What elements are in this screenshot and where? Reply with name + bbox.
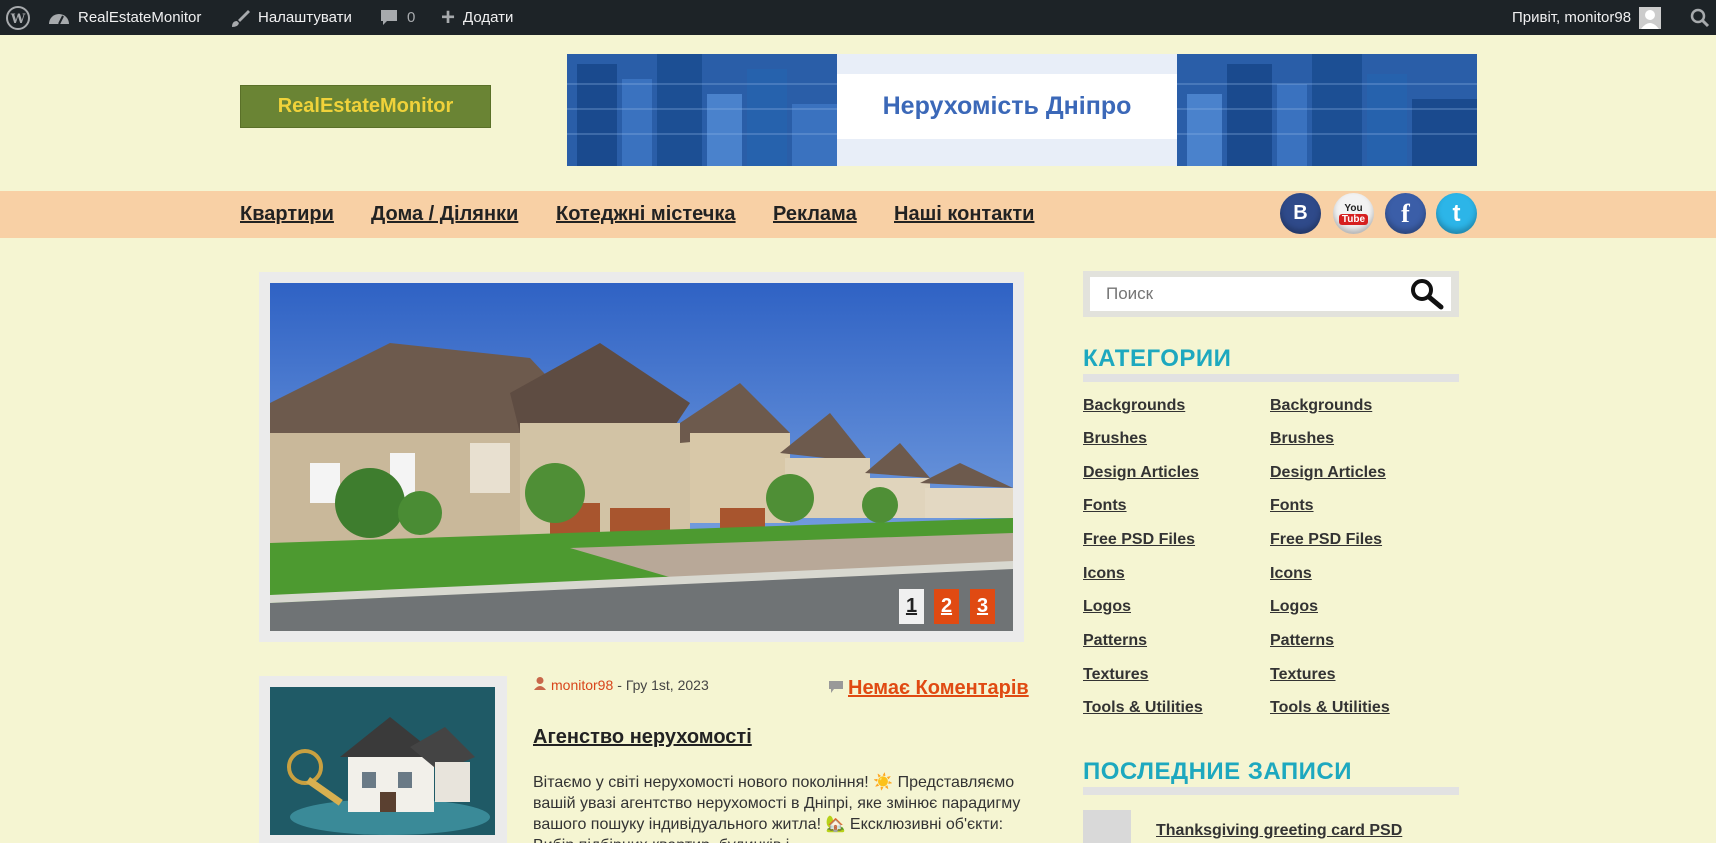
category-link[interactable]: Icons bbox=[1083, 565, 1125, 583]
featured-slider bbox=[259, 272, 1024, 642]
post-comments-link[interactable]: Немає Коментарів bbox=[848, 677, 1029, 700]
categories-title: КАТЕГОРИИ bbox=[1083, 345, 1232, 372]
comments-count: 0 bbox=[407, 9, 416, 26]
search-input[interactable] bbox=[1090, 277, 1451, 311]
admin-search-icon[interactable] bbox=[1690, 0, 1710, 35]
facebook-icon[interactable]: f bbox=[1385, 193, 1426, 234]
category-link[interactable]: Backgrounds bbox=[1270, 397, 1372, 415]
youtube-label-tube: Tube bbox=[1338, 213, 1369, 225]
category-link[interactable]: Logos bbox=[1270, 598, 1318, 616]
post-title[interactable]: Агенство нерухомості bbox=[533, 726, 752, 749]
plus-icon: + bbox=[441, 3, 456, 31]
category-link[interactable]: Icons bbox=[1270, 565, 1312, 583]
post-meta: monitor98 - Гру 1st, 2023 bbox=[533, 676, 709, 693]
vkontakte-icon[interactable]: B bbox=[1280, 193, 1321, 234]
admin-bar: W RealEstateMonitor Налаштувати 0 + Дода… bbox=[0, 0, 1716, 35]
post-thumbnail-frame bbox=[259, 676, 507, 843]
category-link[interactable]: Free PSD Files bbox=[1083, 531, 1195, 549]
slider-page-3[interactable]: 3 bbox=[970, 589, 995, 624]
nav-item-contacts[interactable]: Наші контакти bbox=[894, 203, 1034, 226]
search-widget bbox=[1083, 271, 1459, 317]
facebook-label: f bbox=[1401, 198, 1410, 228]
slider-image-houses[interactable] bbox=[270, 283, 1013, 631]
slider-page-1[interactable]: 1 bbox=[899, 589, 924, 624]
category-link[interactable]: Backgrounds bbox=[1083, 397, 1185, 415]
comment-icon bbox=[829, 680, 843, 698]
category-link[interactable]: Textures bbox=[1083, 666, 1149, 684]
category-link[interactable]: Design Articles bbox=[1270, 464, 1386, 482]
youtube-icon[interactable]: You Tube bbox=[1333, 193, 1374, 234]
category-link[interactable]: Patterns bbox=[1270, 632, 1334, 650]
site-name-label: RealEstateMonitor bbox=[78, 9, 202, 26]
category-link[interactable]: Tools & Utilities bbox=[1270, 699, 1390, 717]
category-link[interactable]: Logos bbox=[1083, 598, 1131, 616]
site-logo[interactable]: RealEstateMonitor bbox=[240, 85, 491, 128]
post-author-link[interactable]: monitor98 bbox=[551, 677, 613, 693]
recent-post-link[interactable]: Thanksgiving greeting card PSD bbox=[1156, 822, 1402, 840]
recent-posts-rule bbox=[1083, 787, 1459, 795]
vkontakte-label: B bbox=[1293, 202, 1308, 224]
site-logo-text: RealEstateMonitor bbox=[277, 95, 454, 117]
new-content-menu[interactable]: + Додати bbox=[441, 0, 513, 35]
category-link[interactable]: Fonts bbox=[1270, 497, 1314, 515]
author-icon bbox=[533, 676, 547, 693]
category-link[interactable]: Brushes bbox=[1270, 430, 1334, 448]
recent-posts-title: ПОСЛЕДНИЕ ЗАПИСИ bbox=[1083, 758, 1352, 785]
greeting-label: Привіт, monitor98 bbox=[1512, 9, 1632, 26]
youtube-label: You bbox=[1344, 202, 1363, 214]
category-link[interactable]: Design Articles bbox=[1083, 464, 1199, 482]
twitter-label: t bbox=[1452, 199, 1461, 227]
category-link[interactable]: Brushes bbox=[1083, 430, 1147, 448]
post-thumbnail[interactable] bbox=[270, 687, 495, 835]
recent-post-thumbnail[interactable] bbox=[1083, 810, 1131, 843]
banner-title: Нерухомість Дніпро bbox=[882, 92, 1132, 120]
categories-rule bbox=[1083, 374, 1459, 382]
customize-label: Налаштувати bbox=[258, 9, 352, 26]
nav-item-advertising[interactable]: Реклама bbox=[773, 203, 857, 226]
dashboard-icon bbox=[48, 8, 70, 28]
customize-menu[interactable]: Налаштувати bbox=[230, 0, 352, 35]
wordpress-logo-icon[interactable]: W bbox=[6, 0, 30, 35]
site-name-menu[interactable]: RealEstateMonitor bbox=[48, 0, 201, 35]
search-icon[interactable] bbox=[1406, 276, 1448, 312]
category-link[interactable]: Patterns bbox=[1083, 632, 1147, 650]
post-comments[interactable]: Немає Коментарів bbox=[829, 677, 1029, 700]
nav-item-apartments[interactable]: Квартири bbox=[240, 203, 334, 226]
svg-text:W: W bbox=[10, 12, 26, 27]
category-link[interactable]: Fonts bbox=[1083, 497, 1127, 515]
banner-title-box: Нерухомість Дніпро bbox=[837, 74, 1177, 139]
nav-item-cottages[interactable]: Котеджні містечка bbox=[556, 203, 736, 226]
category-link[interactable]: Free PSD Files bbox=[1270, 531, 1382, 549]
category-link[interactable]: Tools & Utilities bbox=[1083, 699, 1203, 717]
avatar bbox=[1639, 6, 1662, 29]
brush-icon bbox=[230, 8, 250, 28]
comments-menu[interactable]: 0 bbox=[379, 0, 415, 35]
post-date: - Гру 1st, 2023 bbox=[617, 676, 709, 693]
category-link[interactable]: Textures bbox=[1270, 666, 1336, 684]
comment-bubble-icon bbox=[379, 8, 399, 28]
nav-item-houses[interactable]: Дома / Ділянки bbox=[371, 203, 518, 226]
new-label: Додати bbox=[463, 9, 514, 26]
twitter-icon[interactable]: t bbox=[1436, 193, 1477, 234]
post-excerpt: Вітаємо у світі нерухомості нового покол… bbox=[533, 774, 1021, 843]
header-banner: Нерухомість Дніпро bbox=[567, 54, 1477, 166]
slider-page-2[interactable]: 2 bbox=[934, 589, 959, 624]
my-account-menu[interactable]: Привіт, monitor98 bbox=[1512, 0, 1662, 35]
